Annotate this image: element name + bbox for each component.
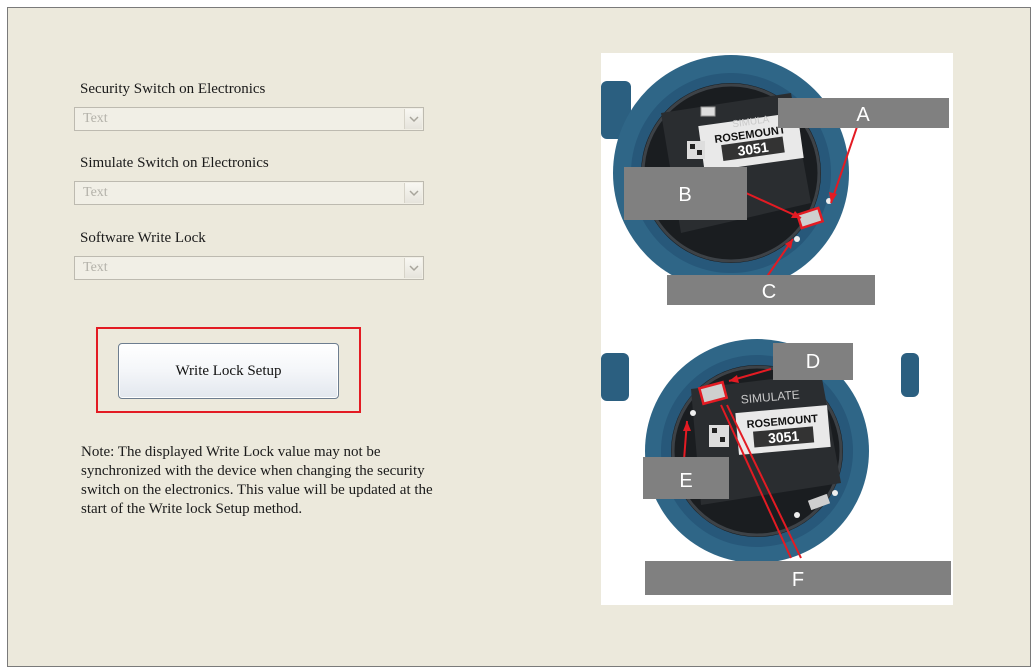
write-lock-setup-button[interactable]: Write Lock Setup bbox=[118, 343, 339, 399]
software-write-lock-label: Software Write Lock bbox=[80, 230, 206, 246]
security-switch-label: Security Switch on Electronics bbox=[80, 81, 266, 97]
callout-f: F bbox=[792, 569, 804, 591]
software-write-lock-dropdown[interactable]: Text bbox=[74, 256, 424, 280]
write-lock-panel: Security Switch on Electronics Text Simu… bbox=[7, 7, 1031, 667]
callout-e: E bbox=[679, 470, 692, 492]
software-write-lock-value: Text bbox=[83, 260, 108, 275]
dropdown-arrow-icon[interactable] bbox=[404, 109, 422, 129]
dropdown-arrow-icon[interactable] bbox=[404, 183, 422, 203]
top-transmitter-photo: ROSEMOUNT 3051 SIMULA A B C bbox=[601, 55, 949, 305]
bottom-model-text: 3051 bbox=[767, 428, 800, 447]
security-switch-dropdown[interactable]: Text bbox=[74, 107, 424, 131]
security-switch-value: Text bbox=[83, 111, 108, 126]
callout-d: D bbox=[806, 351, 820, 373]
simulate-switch-value: Text bbox=[83, 185, 108, 200]
simulate-switch-dropdown[interactable]: Text bbox=[74, 181, 424, 205]
callout-b: B bbox=[678, 184, 691, 206]
sync-note: Note: The displayed Write Lock value may… bbox=[81, 444, 433, 517]
simulate-switch-label: Simulate Switch on Electronics bbox=[80, 155, 269, 171]
bottom-transmitter-photo: SIMULATE ROSEMOUNT 3051 D E F bbox=[601, 339, 951, 595]
callout-c: C bbox=[762, 281, 776, 303]
transmitter-images: ROSEMOUNT 3051 SIMULA A B C SIMULATE ROS… bbox=[601, 53, 953, 605]
callout-a: A bbox=[856, 104, 870, 126]
dropdown-arrow-icon[interactable] bbox=[404, 258, 422, 278]
